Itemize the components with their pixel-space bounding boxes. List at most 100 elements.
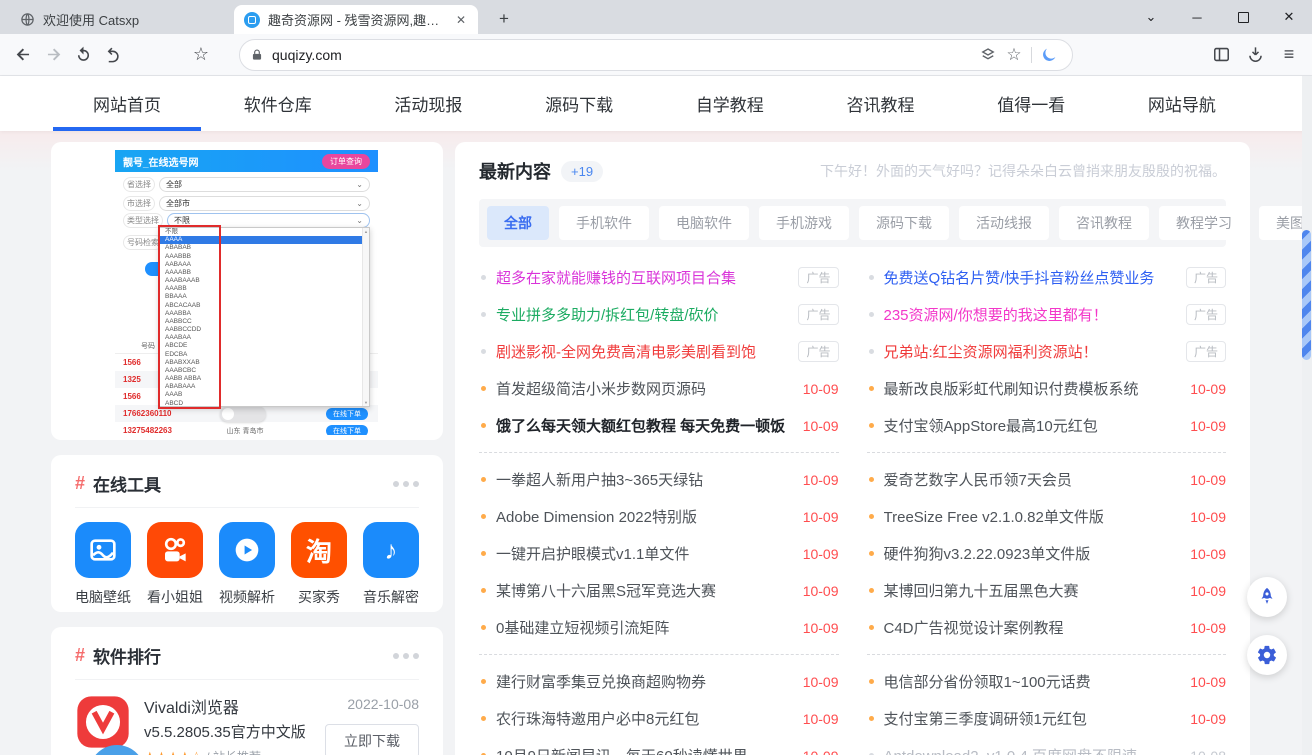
order-query-button: 订单查询 [322, 154, 370, 169]
list-item[interactable]: 超多在家就能赚钱的互联网项目合集 广告 [479, 259, 839, 296]
tool-girls[interactable]: 看小姐姐 [147, 522, 203, 607]
category-tab[interactable]: 全部 [487, 206, 549, 240]
browser-tab-welcome[interactable]: 欢迎使用 Catsxp [10, 5, 232, 34]
tab-close-icon[interactable]: ✕ [454, 13, 468, 27]
tab-search-icon[interactable]: ⌄ [1128, 0, 1174, 34]
category-tab[interactable]: 教程学习 [1159, 206, 1249, 240]
wallpaper-icon [87, 534, 119, 566]
item-title: 首发超级简洁小米步数网页源码 [496, 378, 706, 399]
dropdown-option: AAAA [160, 236, 369, 244]
list-item[interactable]: 兄弟站:红尘资源网福利资源站！ 广告 [867, 333, 1227, 370]
nav-item[interactable]: 源码下载 [505, 76, 653, 131]
list-item[interactable]: 一键开启护眼模式v1.1单文件 10-09 [479, 535, 839, 572]
item-title: 农行珠海特邀用户必中8元红包 [496, 708, 699, 729]
list-item[interactable]: 爱奇艺数字人民币领7天会员 10-09 [867, 461, 1227, 498]
refresh-button[interactable] [68, 40, 98, 70]
list-item[interactable]: 235资源网/你想要的我这里都有！ 广告 [867, 296, 1227, 333]
nav-item[interactable]: 网站首页 [53, 76, 201, 131]
card-title: 在线工具 [93, 471, 161, 496]
download-icon[interactable] [1240, 39, 1270, 69]
nav-item-label: 自学教程 [696, 91, 764, 116]
item-date: 10-09 [803, 509, 839, 525]
close-window-button[interactable]: ✕ [1266, 0, 1312, 34]
nav-item-label: 网站导航 [1148, 91, 1216, 116]
item-title: 饿了么每天领大额红包教程 每天免费一顿饭 [496, 415, 785, 436]
vivaldi-icon [75, 694, 131, 750]
app-rating: ★★★★☆/ 站长推荐 [144, 748, 312, 755]
forward-button[interactable] [38, 40, 68, 70]
category-tab[interactable]: 电脑软件 [659, 206, 749, 240]
list-item[interactable]: C4D广告视觉设计案例教程 10-09 [867, 609, 1227, 646]
list-item[interactable]: 饿了么每天领大额红包教程 每天免费一顿饭 10-09 [479, 407, 839, 444]
download-now-button[interactable]: 立即下载 [325, 724, 419, 755]
list-item[interactable]: 某博回归第九十五届黑色大赛 10-09 [867, 572, 1227, 609]
dropdown-option: AABBCCDD [160, 326, 369, 334]
menu-icon[interactable]: ≡ [1274, 39, 1304, 69]
scrollbar-thumb[interactable] [1302, 230, 1311, 360]
list-item[interactable]: 农行珠海特邀用户必中8元红包 10-09 [479, 700, 839, 737]
back-button[interactable] [8, 40, 38, 70]
list-item[interactable]: 建行财富季集豆兑换商超购物券 10-09 [479, 663, 839, 700]
category-tab[interactable]: 源码下载 [859, 206, 949, 240]
list-item[interactable]: 免费送Q钻名片赞/快手抖音粉丝点赞业务 广告 [867, 259, 1227, 296]
tool-music-decrypt[interactable]: ♪ 音乐解密 [363, 522, 419, 607]
home-button[interactable]: ☆ [186, 40, 216, 70]
new-tab-button[interactable]: + [492, 8, 516, 32]
item-date: 10-09 [803, 711, 839, 727]
page-scrollbar[interactable] [1302, 76, 1312, 755]
dropdown-option: AABAAA [160, 261, 369, 269]
card-header: # 软件排行 [75, 643, 419, 680]
more-dots-icon[interactable] [393, 481, 419, 487]
category-tab[interactable]: 手机软件 [559, 206, 649, 240]
list-item[interactable]: 硬件狗狗v3.2.22.0923单文件版 10-09 [867, 535, 1227, 572]
back-arrow-icon [14, 45, 33, 64]
type-dropdown-panel: 不限 AAAA ABABAB AAABBB AABAAA AAAABB AA [159, 227, 370, 407]
nav-item[interactable]: 网站导航 [1108, 76, 1256, 131]
list-item[interactable]: Antdownload2_v1.0.4 百度网盘不限速 10-08 [867, 737, 1227, 755]
url-text[interactable]: quqizy.com [272, 47, 975, 63]
side-panel-icon[interactable] [1206, 39, 1236, 69]
nav-item[interactable]: 软件仓库 [204, 76, 352, 131]
category-tab[interactable]: 活动线报 [959, 206, 1049, 240]
list-item[interactable]: 一拳超人新用户抽3~365天绿钻 10-09 [479, 461, 839, 498]
list-item[interactable]: 支付宝领AppStore最高10元红包 10-09 [867, 407, 1227, 444]
tool-video-parse[interactable]: 视频解析 [219, 522, 275, 607]
list-item[interactable]: 0基础建立短视频引流矩阵 10-09 [479, 609, 839, 646]
dark-mode-moon-icon[interactable] [1036, 42, 1062, 68]
layers-icon[interactable] [975, 42, 1001, 68]
list-item[interactable]: 专业拼多多助力/拆红包/转盘/砍价 广告 [479, 296, 839, 333]
settings-button[interactable] [1247, 635, 1287, 675]
nav-item[interactable]: 活动现报 [354, 76, 502, 131]
browser-tab-quqizy[interactable]: 趣奇资源网 - 残雪资源网,趣味奇妙 ✕ [234, 5, 478, 34]
back-to-top-button[interactable] [1247, 577, 1287, 617]
item-title: 爱奇艺数字人民币领7天会员 [884, 469, 1072, 490]
list-item[interactable]: 首发超级简洁小米步数网页源码 10-09 [479, 370, 839, 407]
nav-item[interactable]: 咨讯教程 [807, 76, 955, 131]
featured-post-card[interactable]: 靓号_在线选号网 订单查询 省选择 全部⌄ 市选择 全部市⌄ 类型选择 不限⌄ … [51, 142, 443, 440]
list-item[interactable]: 10月9日新闻早讯，每天60秒读懂世界 10-09 [479, 737, 839, 755]
undo-button[interactable] [98, 40, 128, 70]
list-item[interactable]: 某博第八十六届黑S冠军竞选大赛 10-09 [479, 572, 839, 609]
category-tab[interactable]: 咨讯教程 [1059, 206, 1149, 240]
field-label: 省选择 [123, 177, 155, 192]
nav-item[interactable]: 自学教程 [656, 76, 804, 131]
address-bar[interactable]: quqizy.com ☆ [239, 39, 1073, 71]
list-item[interactable]: 最新改良版彩虹代刷知识付费模板系统 10-09 [867, 370, 1227, 407]
category-tab[interactable]: 手机游戏 [759, 206, 849, 240]
list-item[interactable]: 电信部分省份领取1~100元话费 10-09 [867, 663, 1227, 700]
item-date: 10-09 [1190, 472, 1226, 488]
kuaishou-icon [159, 534, 191, 566]
list-item[interactable]: TreeSize Free v2.1.0.82单文件版 10-09 [867, 498, 1227, 535]
list-item[interactable]: 支付宝第三季度调研领1元红包 10-09 [867, 700, 1227, 737]
tool-wallpaper[interactable]: 电脑壁纸 [75, 522, 131, 607]
list-item[interactable]: 剧迷影视-全网免费高清电影美剧看到饱 广告 [479, 333, 839, 370]
maximize-button[interactable] [1220, 0, 1266, 34]
minimize-button[interactable]: ─ [1174, 0, 1220, 34]
tab-bar: 欢迎使用 Catsxp 趣奇资源网 - 残雪资源网,趣味奇妙 ✕ + ⌄ ─ ✕ [0, 0, 1312, 34]
divider [1031, 47, 1032, 63]
list-item[interactable]: Adobe Dimension 2022特别版 10-09 [479, 498, 839, 535]
more-dots-icon[interactable] [393, 653, 419, 659]
bookmark-star-icon[interactable]: ☆ [1001, 42, 1027, 68]
tool-taobao-show[interactable]: 淘 买家秀 [291, 522, 347, 607]
nav-item[interactable]: 值得一看 [957, 76, 1105, 131]
